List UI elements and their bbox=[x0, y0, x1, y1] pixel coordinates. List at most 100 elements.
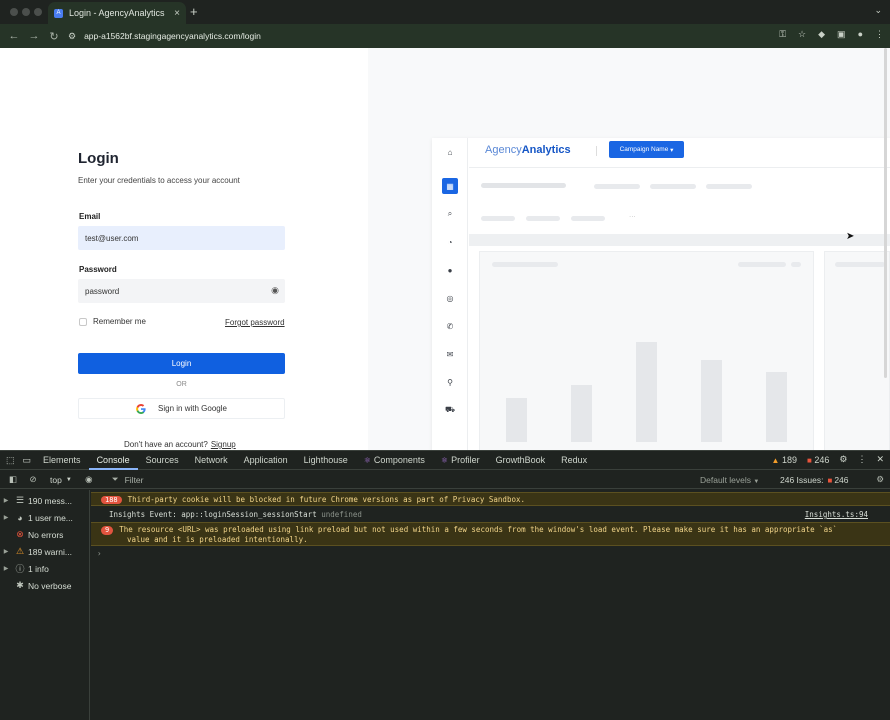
browser-tab[interactable]: A Login - AgencyAnalytics × bbox=[48, 2, 186, 24]
search-icon: ⌕ bbox=[447, 209, 453, 218]
forgot-password-link[interactable]: Forgot password bbox=[225, 318, 285, 327]
expand-arrow-icon[interactable]: ▶ bbox=[0, 514, 12, 521]
tab-search-icon[interactable]: ⌄ bbox=[874, 5, 882, 16]
signup-link[interactable]: Signup bbox=[211, 440, 236, 449]
tab-network[interactable]: Network bbox=[187, 451, 236, 470]
password-field[interactable]: password ◉ bbox=[78, 279, 285, 303]
tab-application[interactable]: Application bbox=[236, 451, 296, 470]
error-icon: ⊗ bbox=[16, 529, 24, 539]
mail-icon: ✉ bbox=[446, 349, 454, 359]
close-devtools-icon[interactable]: ✕ bbox=[876, 454, 884, 465]
tab-components[interactable]: ⚛ Components bbox=[356, 451, 433, 470]
filter-input[interactable]: ⏷ Filter bbox=[112, 474, 144, 485]
placeholder-tab bbox=[650, 184, 696, 189]
expand-arrow-icon[interactable]: ▶ bbox=[0, 548, 12, 555]
bug-icon: ✱ bbox=[16, 580, 24, 590]
devtools-menu-icon[interactable]: ⋮ bbox=[857, 454, 866, 465]
new-tab-button[interactable]: + bbox=[190, 4, 198, 19]
console-message-warning[interactable]: 188 Third-party cookie will be blocked in… bbox=[91, 492, 890, 506]
source-link[interactable]: Insights.ts:94 bbox=[805, 510, 868, 519]
location-icon: ⚲ bbox=[447, 377, 453, 387]
tab-lighthouse[interactable]: Lighthouse bbox=[296, 451, 356, 470]
site-info-icon[interactable]: ⚙ bbox=[68, 31, 76, 42]
console-settings-icon[interactable]: ⚙ bbox=[876, 474, 884, 485]
tab-elements[interactable]: Elements bbox=[35, 451, 89, 470]
agencyanalytics-logo: AgencyAnalytics bbox=[485, 144, 571, 156]
sidebar-item-user-messages[interactable]: ▶ ◕ 1 user me... bbox=[0, 509, 73, 526]
window-minimize-button[interactable] bbox=[22, 8, 30, 16]
profile-avatar-icon[interactable]: ● bbox=[858, 29, 863, 40]
expand-arrow-icon[interactable]: ▶ bbox=[0, 565, 12, 572]
placeholder-card-dot bbox=[791, 262, 801, 267]
campaign-name-button: Campaign Name ▾ bbox=[609, 141, 684, 158]
sidebar-item-warnings[interactable]: ▶ ⚠ 189 warni... bbox=[0, 543, 72, 560]
warning-icon: ▲ bbox=[771, 455, 780, 465]
console-message-log[interactable]: Insights Event: app::loginSession_sessio… bbox=[91, 508, 890, 522]
checkbox-box[interactable] bbox=[79, 317, 87, 326]
sidebar-toggle-icon[interactable]: ◧ bbox=[6, 474, 20, 485]
extensions-puzzle-icon[interactable]: ▣ bbox=[837, 29, 846, 40]
user-icon: ◕ bbox=[17, 512, 23, 523]
info-icon: ⓘ bbox=[15, 564, 25, 574]
console-sidebar: ▶ ☰ 190 mess... ▶ ◕ 1 user me... ⊗ No er… bbox=[0, 490, 90, 720]
login-title: Login bbox=[78, 150, 119, 167]
email-field[interactable]: test@user.com bbox=[78, 226, 285, 250]
expand-arrow-icon[interactable]: ▶ bbox=[0, 497, 12, 504]
live-expression-eye-icon[interactable]: ◉ bbox=[82, 474, 96, 485]
login-panel: Login Enter your credentials to access y… bbox=[0, 48, 368, 450]
console-message-warning[interactable]: 9 The resource <URL> was preloaded using … bbox=[91, 522, 890, 546]
settings-gear-icon[interactable]: ⚙ bbox=[839, 454, 847, 465]
tab-growthbook[interactable]: GrowthBook bbox=[488, 451, 554, 470]
close-tab-icon[interactable]: × bbox=[174, 8, 180, 19]
placeholder-bar bbox=[701, 360, 722, 442]
forward-icon[interactable]: → bbox=[24, 30, 44, 42]
clear-console-icon[interactable]: ⊘ bbox=[26, 474, 40, 485]
password-key-icon[interactable]: ⚿ bbox=[779, 29, 786, 40]
tab-profiler[interactable]: ⚛ Profiler bbox=[433, 451, 488, 470]
extension-icon[interactable]: ◆ bbox=[818, 29, 825, 40]
chrome-menu-icon[interactable]: ⋮ bbox=[875, 29, 884, 40]
issue-flag-icon: ■ bbox=[806, 455, 812, 465]
placeholder-chart-card bbox=[479, 251, 814, 450]
url-field[interactable]: ⚙ app-a1562bf.stagingagencyanalytics.com… bbox=[68, 27, 888, 45]
repeat-count-badge: 188 bbox=[101, 496, 122, 504]
placeholder-filter bbox=[526, 216, 560, 221]
console-output: 188 Third-party cookie will be blocked in… bbox=[91, 490, 890, 720]
reload-icon[interactable]: ↻ bbox=[44, 30, 64, 43]
sidebar-item-info[interactable]: ▶ ⓘ 1 info bbox=[0, 560, 49, 577]
warning-counter[interactable]: ▲ 189 bbox=[772, 455, 797, 465]
issue-flag-icon: ■ bbox=[827, 475, 833, 485]
tab-sources[interactable]: Sources bbox=[138, 451, 187, 470]
window-zoom-button[interactable] bbox=[34, 8, 42, 16]
console-prompt[interactable]: › bbox=[91, 549, 890, 561]
list-icon: ☰ bbox=[15, 495, 25, 505]
context-selector[interactable]: top ▼ bbox=[50, 475, 72, 485]
inspect-element-icon[interactable]: ⬚ bbox=[0, 451, 19, 470]
google-signin-button[interactable]: Sign in with Google bbox=[78, 398, 285, 419]
url-text: app-a1562bf.stagingagencyanalytics.com/l… bbox=[84, 31, 261, 41]
filter-icon: ⏷ bbox=[111, 474, 119, 484]
placeholder-tab bbox=[594, 184, 640, 189]
sidebar-item-messages[interactable]: ▶ ☰ 190 mess... bbox=[0, 492, 72, 509]
app-preview-illustration: ⌂ ▦ ⌕ ◔ ● ◎ ✆ ✉ ⚲ ⛟ AgencyAnalytics Camp… bbox=[432, 138, 890, 450]
tab-redux[interactable]: Redux bbox=[553, 451, 595, 470]
login-button[interactable]: Login bbox=[78, 353, 285, 374]
messages-icon: ◎ bbox=[446, 293, 454, 303]
log-levels-dropdown[interactable]: Default levels ▼ bbox=[700, 475, 759, 485]
sidebar-item-errors[interactable]: ⊗ No errors bbox=[0, 526, 63, 543]
page-scrollbar[interactable] bbox=[884, 48, 887, 378]
login-subtitle: Enter your credentials to access your ac… bbox=[78, 176, 240, 185]
tab-console[interactable]: Console bbox=[88, 451, 138, 470]
or-divider: OR bbox=[176, 381, 187, 388]
error-counter[interactable]: ■ 246 bbox=[807, 455, 829, 465]
show-password-icon[interactable]: ◉ bbox=[271, 285, 279, 296]
back-icon[interactable]: ← bbox=[4, 30, 24, 42]
bookmark-star-icon[interactable]: ☆ bbox=[798, 29, 806, 40]
remember-me-checkbox[interactable]: Remember me bbox=[79, 317, 146, 326]
address-bar-row: ← → ↻ ⚙ app-a1562bf.stagingagencyanalyti… bbox=[0, 24, 890, 48]
repeat-count-badge: 9 bbox=[101, 526, 114, 535]
device-toolbar-icon[interactable]: ▭ bbox=[19, 451, 36, 470]
window-close-button[interactable] bbox=[10, 8, 18, 16]
sidebar-item-verbose[interactable]: ✱ No verbose bbox=[0, 577, 71, 594]
issues-counter[interactable]: 246 Issues: ■ 246 bbox=[780, 475, 849, 485]
